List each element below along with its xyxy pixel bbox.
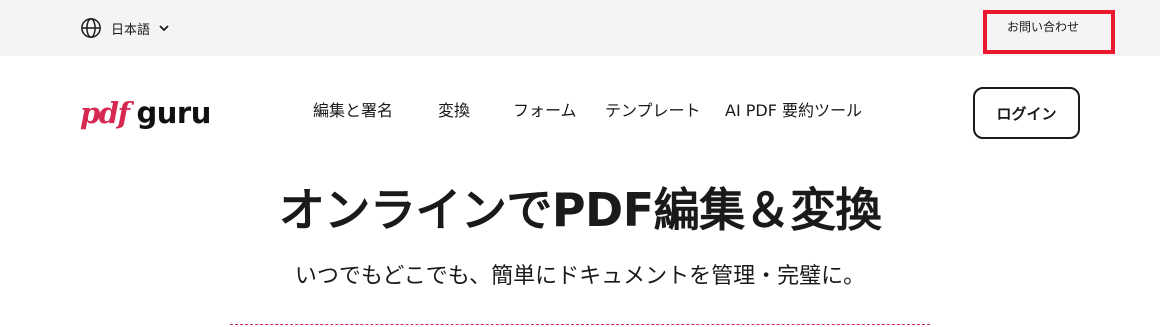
nav-item-edit-sign[interactable]: 編集と署名 xyxy=(313,98,393,124)
contact-link[interactable]: お問い合わせ xyxy=(983,10,1115,54)
hero-subtitle: いつでもどこでも、簡単にドキュメントを管理・完璧に。 xyxy=(294,264,866,289)
nav-item-convert[interactable]: 変換 xyxy=(438,98,470,124)
nav-item-forms[interactable]: フォーム xyxy=(513,98,577,124)
login-button[interactable]: ログイン xyxy=(973,87,1080,139)
hero-title: オンラインでPDF編集＆変換 xyxy=(278,183,882,237)
nav-item-ai-summarizer[interactable]: AI PDF 要約ツール xyxy=(725,98,862,124)
nav-item-templates[interactable]: テンプレート xyxy=(605,98,701,124)
dashed-divider xyxy=(230,324,930,325)
chevron-down-icon xyxy=(159,25,169,32)
language-label: 日本語 xyxy=(111,22,151,38)
globe-icon xyxy=(81,18,101,38)
top-utility-bar: 日本語 お問い合わせ xyxy=(0,0,1160,56)
language-switcher[interactable]: 日本語 xyxy=(80,16,170,40)
